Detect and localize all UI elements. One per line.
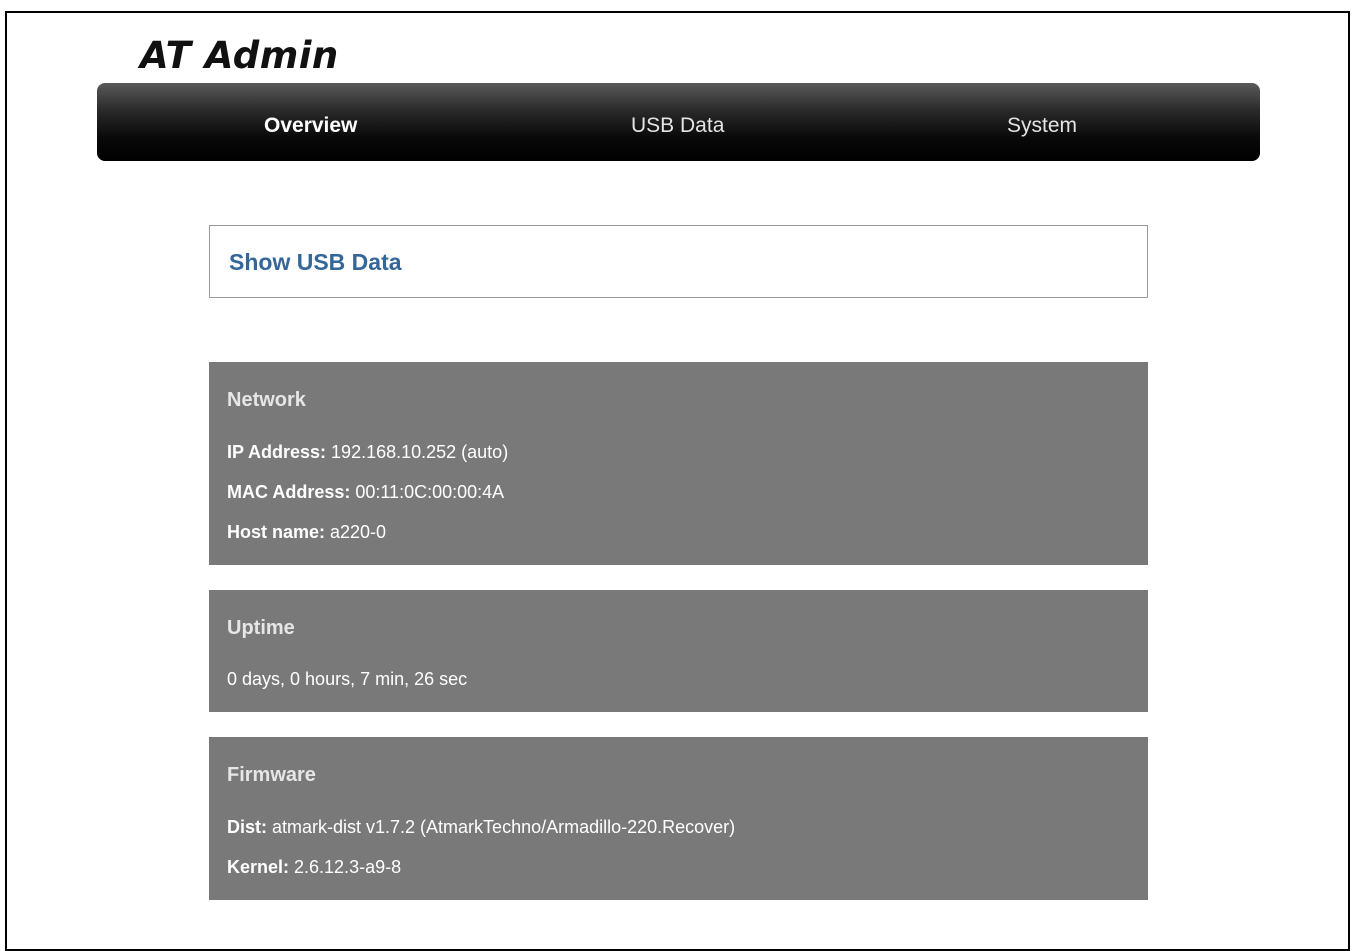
main-navbar: Overview USB Data System: [97, 83, 1260, 161]
ip-address-row: IP Address: 192.168.10.252 (auto): [227, 441, 508, 463]
uptime-heading: Uptime: [227, 617, 295, 639]
mac-address-label: MAC Address:: [227, 482, 351, 502]
ip-address-value: 192.168.10.252 (auto): [326, 442, 509, 462]
uptime-panel: Uptime 0 days, 0 hours, 7 min, 26 sec: [209, 590, 1148, 712]
dist-value: atmark-dist v1.7.2 (AtmarkTechno/Armadil…: [267, 817, 736, 837]
kernel-label: Kernel:: [227, 857, 290, 877]
network-heading: Network: [227, 389, 306, 411]
mac-address-row: MAC Address: 00:11:0C:00:00:4A: [227, 481, 504, 503]
show-usb-data-box: Show USB Data: [209, 225, 1148, 298]
firmware-heading: Firmware: [227, 764, 316, 786]
network-panel: Network IP Address: 192.168.10.252 (auto…: [209, 362, 1148, 565]
tab-overview[interactable]: Overview: [264, 83, 357, 161]
firmware-panel: Firmware Dist: atmark-dist v1.7.2 (Atmar…: [209, 737, 1148, 900]
tab-system[interactable]: System: [1007, 83, 1077, 161]
ip-address-label: IP Address:: [227, 442, 327, 462]
kernel-row: Kernel: 2.6.12.3-a9-8: [227, 856, 401, 878]
show-usb-data-link[interactable]: Show USB Data: [229, 249, 402, 276]
dist-label: Dist:: [227, 817, 267, 837]
host-name-value: a220-0: [325, 522, 387, 542]
dist-row: Dist: atmark-dist v1.7.2 (AtmarkTechno/A…: [227, 816, 735, 838]
host-name-row: Host name: a220-0: [227, 521, 386, 543]
mac-address-value: 00:11:0C:00:00:4A: [350, 482, 505, 502]
app-title: AT Admin: [140, 34, 339, 77]
kernel-value: 2.6.12.3-a9-8: [289, 857, 402, 877]
host-name-label: Host name:: [227, 522, 326, 542]
tab-usb-data[interactable]: USB Data: [631, 83, 724, 161]
uptime-value: 0 days, 0 hours, 7 min, 26 sec: [227, 669, 468, 689]
